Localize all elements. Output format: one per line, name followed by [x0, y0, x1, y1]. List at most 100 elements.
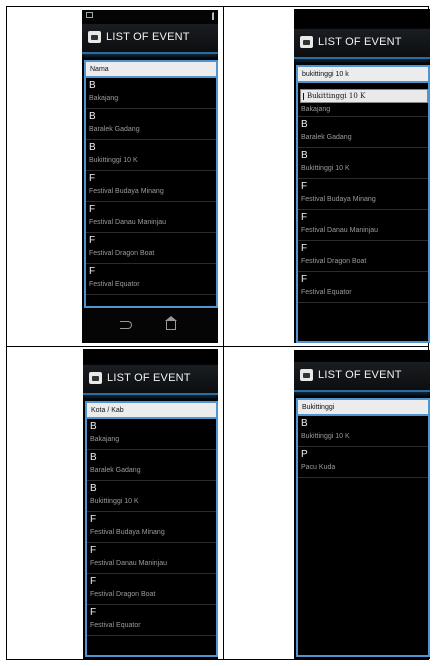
list-item-name: Festival Danau Maninjau	[301, 227, 379, 234]
list-item-name: Festival Danau Maninjau	[90, 560, 168, 567]
event-list[interactable]: B Bakajang B Baralek Gadang B Bukittinggi 10 …	[85, 419, 218, 657]
event-list[interactable]: Bukittinggi 10 K Bakajang B Baralek Gadan…	[296, 83, 430, 343]
page-title: LIST OF EVENT	[107, 372, 191, 384]
list-item-name: Baralek Gadang	[301, 134, 352, 141]
list-item-name: Festival Equator	[301, 289, 352, 296]
list-item[interactable]: F Festival Equator	[298, 272, 428, 303]
list-item-name: Bukittinggi 10 K	[89, 157, 138, 164]
action-bar: LIST OF EVENT	[83, 365, 218, 395]
app-icon	[300, 369, 313, 381]
app-icon	[88, 31, 101, 43]
list-item[interactable]: F Festival Dragon Boat	[298, 241, 428, 272]
list-item[interactable]: F Festival Danau Maninjau	[87, 543, 216, 574]
list-item[interactable]: B Bukittinggi 10 K	[86, 140, 216, 171]
list-item-letter: B	[301, 150, 308, 161]
list-item-letter: B	[301, 418, 308, 429]
list-item-name: Festival Dragon Boat	[89, 250, 155, 257]
list-item-name: Festival Danau Maninjau	[89, 219, 167, 226]
list-item-letter: F	[89, 204, 96, 215]
list-item-name: Bukittinggi 10 K	[301, 433, 350, 440]
event-list-items: B Baralek Gadang B Bukittinggi 10 K F Festiva…	[298, 117, 428, 303]
page-title: LIST OF EVENT	[318, 36, 402, 48]
list-item-letter: B	[89, 80, 96, 91]
list-item[interactable]: F Festival Dragon Boat	[86, 233, 216, 264]
screenshot-grid: LIST OF EVENT Nama B Bakajang B Baralek Gad…	[6, 6, 430, 660]
suggestion-text: Bukittinggi 10 K	[307, 92, 366, 100]
signal-icon	[204, 12, 214, 20]
list-item-letter: F	[301, 274, 308, 285]
list-item-name: Festival Dragon Boat	[90, 591, 156, 598]
list-item-letter: F	[89, 235, 96, 246]
list-item-letter: B	[90, 452, 97, 463]
list-item-name: Festival Budaya Minang	[301, 196, 376, 203]
list-item[interactable]: Bukittinggi 10 K Bakajang	[298, 83, 428, 117]
screen-panel-2: LIST OF EVENT bukittinggi 10 k Bukitting…	[294, 9, 430, 343]
list-item[interactable]: B Bukittinggi 10 K	[298, 148, 428, 179]
list-item-letter: B	[90, 483, 97, 494]
page-title: LIST OF EVENT	[318, 369, 402, 381]
list-item-letter: F	[90, 576, 97, 587]
list-item[interactable]: F Festival Equator	[87, 605, 216, 636]
list-item-name: Festival Equator	[89, 281, 140, 288]
list-item-letter: F	[301, 243, 308, 254]
navigation-bar	[82, 309, 218, 343]
status-bar	[82, 10, 218, 22]
notification-icon	[86, 12, 93, 18]
event-list[interactable]: B Bukittinggi 10 K P Pacu Kuda	[296, 416, 430, 657]
list-item-name: Festival Dragon Boat	[301, 258, 367, 265]
list-item-letter: F	[90, 607, 97, 618]
search-input[interactable]: Kota / Kab	[85, 401, 218, 419]
app-icon	[300, 36, 313, 48]
list-item[interactable]: F Festival Budaya Minang	[87, 512, 216, 543]
event-list[interactable]: B Bakajang B Baralek Gadang B Bukittinggi 10 …	[84, 78, 218, 308]
list-item-letter: F	[301, 181, 308, 192]
list-item-name: Pacu Kuda	[301, 464, 336, 471]
screen-panel-4: LIST OF EVENT Bukittinggi B Bukittinggi 1…	[294, 350, 430, 659]
grid-divider-vertical	[223, 7, 224, 659]
list-item-letter: F	[89, 266, 96, 277]
list-item-letter: F	[301, 212, 308, 223]
search-input[interactable]: bukittinggi 10 k	[296, 65, 430, 83]
list-item-name: Baralek Gadang	[90, 467, 141, 474]
page-title: LIST OF EVENT	[106, 31, 190, 43]
list-item[interactable]: F Festival Dragon Boat	[87, 574, 216, 605]
home-icon[interactable]	[165, 316, 177, 330]
list-item[interactable]: F Festival Budaya Minang	[298, 179, 428, 210]
list-item-name: Festival Equator	[90, 622, 141, 629]
list-item-letter: B	[89, 142, 96, 153]
back-icon[interactable]	[120, 321, 132, 329]
screen-panel-3: LIST OF EVENT Kota / Kab B Bakajang B Baral…	[83, 349, 218, 659]
action-bar: LIST OF EVENT	[294, 362, 430, 392]
list-item-letter: B	[301, 119, 308, 130]
list-item[interactable]: F Festival Danau Maninjau	[298, 210, 428, 241]
search-input[interactable]: Nama	[84, 60, 218, 78]
autocomplete-suggestion[interactable]: Bukittinggi 10 K	[300, 89, 428, 103]
list-item[interactable]: F Festival Budaya Minang	[86, 171, 216, 202]
list-item[interactable]: F Festival Danau Maninjau	[86, 202, 216, 233]
search-input[interactable]: Bukittinggi	[296, 398, 430, 416]
list-item[interactable]: P Pacu Kuda	[298, 447, 428, 478]
list-item-letter: P	[301, 449, 308, 460]
list-item[interactable]: B Baralek Gadang	[298, 117, 428, 148]
list-item-letter: F	[90, 514, 97, 525]
list-item-letter: B	[90, 421, 97, 432]
list-item-name: Bakajang	[90, 436, 120, 443]
list-item[interactable]: B Bukittinggi 10 K	[87, 481, 216, 512]
list-item[interactable]: B Bakajang	[87, 419, 216, 450]
action-bar: LIST OF EVENT	[294, 29, 430, 59]
grid-divider-horizontal	[7, 346, 428, 347]
list-item-letter: B	[89, 111, 96, 122]
list-item[interactable]: F Festival Equator	[86, 264, 216, 295]
screen-panel-1: LIST OF EVENT Nama B Bakajang B Baralek Gad…	[82, 10, 218, 343]
list-item-name: Festival Budaya Minang	[90, 529, 165, 536]
list-item[interactable]: B Baralek Gadang	[86, 109, 216, 140]
list-item[interactable]: B Bakajang	[86, 78, 216, 109]
list-item-letter: F	[89, 173, 96, 184]
list-item-name: Bakajang	[301, 106, 331, 113]
list-item-name: Bukittinggi 10 K	[301, 165, 350, 172]
list-item[interactable]: B Bukittinggi 10 K	[298, 416, 428, 447]
text-cursor	[303, 93, 304, 100]
app-icon	[89, 372, 102, 384]
list-item-letter: F	[90, 545, 97, 556]
list-item[interactable]: B Baralek Gadang	[87, 450, 216, 481]
